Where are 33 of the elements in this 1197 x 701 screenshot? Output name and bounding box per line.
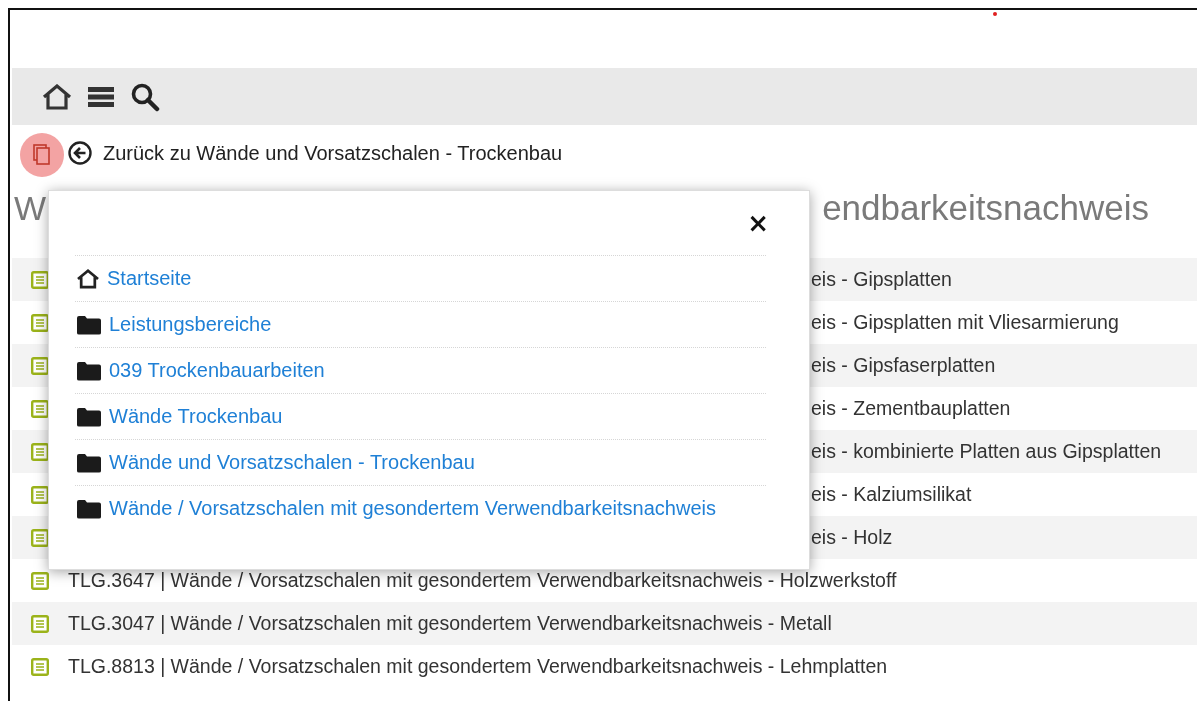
list-link[interactable]: eis - Holz xyxy=(811,526,893,549)
list-link[interactable]: eis - Gipsplatten mit Vliesarmierung xyxy=(811,311,1119,334)
menu-icon[interactable] xyxy=(88,85,114,108)
breadcrumb-link[interactable]: Startseite xyxy=(107,267,192,290)
document-icon xyxy=(31,571,49,590)
list-link[interactable]: eis - Gipsfaserplatten xyxy=(811,354,996,377)
page-title: W xyxy=(14,188,47,228)
list-link[interactable]: eis - Zementbauplatten xyxy=(811,397,1011,420)
breadcrumb-link[interactable]: 039 Trockenbauarbeiten xyxy=(109,359,325,382)
home-icon[interactable] xyxy=(42,83,72,110)
list-link[interactable]: eis - Gipsplatten xyxy=(811,268,952,291)
home-icon xyxy=(76,268,100,289)
breadcrumb-link[interactable]: Wände / Vorsatzschalen mit gesondertem Verwendbarkeitsnachweis xyxy=(109,497,716,520)
document-icon xyxy=(31,614,49,633)
folder-icon xyxy=(76,314,102,335)
list-link[interactable]: eis - kombinierte Platten aus Gipsplatten xyxy=(811,440,1162,463)
search-icon[interactable] xyxy=(130,81,160,112)
list-link[interactable]: eis - Kalziumsilikat xyxy=(811,483,972,506)
folder-icon xyxy=(76,452,102,473)
folder-icon xyxy=(76,498,102,519)
close-button[interactable]: × xyxy=(743,210,773,236)
copy-icon[interactable] xyxy=(20,133,64,177)
list-link[interactable]: TLG.3647 | Wände / Vorsatzschalen mit gesondertem Verwendbarkeitsnachweis - Holzwerkstoff xyxy=(68,569,897,592)
list-link[interactable]: TLG.8813 | Wände / Vorsatzschalen mit gesondertem Verwendbarkeitsnachweis - Lehmplatten xyxy=(68,655,888,678)
indicator-dot xyxy=(993,12,997,16)
document-icon xyxy=(31,657,49,676)
breadcrumb-link[interactable]: Wände Trockenbau xyxy=(109,405,283,428)
folder-icon xyxy=(76,360,102,381)
page-title: endbarkeitsnachweis xyxy=(822,188,1149,228)
folder-icon xyxy=(76,406,102,427)
back-link[interactable]: Zurück zu Wände und Vorsatzschalen - Trockenbau xyxy=(103,141,563,165)
breadcrumb-link[interactable]: Leistungsbereiche xyxy=(109,313,272,336)
breadcrumb-link[interactable]: Wände und Vorsatzschalen - Trockenbau xyxy=(109,451,475,474)
